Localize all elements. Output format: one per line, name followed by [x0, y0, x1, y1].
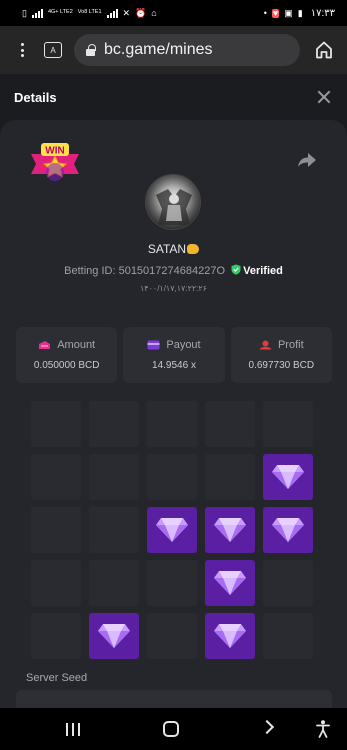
accessibility-icon[interactable]: [316, 720, 330, 738]
stat-profit-label: Profit: [277, 339, 304, 351]
avatar: [145, 174, 201, 230]
mine-tile[interactable]: [31, 507, 81, 553]
username: SATAN: [0, 242, 347, 256]
mine-tile[interactable]: [147, 401, 197, 447]
stat-amount: Amount 0.050000 BCD: [16, 327, 118, 383]
status-bar: ▯ 4G+ LTE2 Vo8 LTE1 ✕ ⏰ ⌂ • ♥ ▣ ▮ ۱۷:۳۳: [0, 0, 347, 26]
heart-app-icon: ♥: [271, 7, 280, 18]
mine-tile[interactable]: [89, 401, 139, 447]
username-text: SATAN: [147, 242, 187, 256]
mine-tile-gem[interactable]: [263, 507, 313, 553]
verified-shield-icon: [231, 264, 241, 275]
stat-payout-value: 14.9546 x: [152, 360, 196, 371]
status-right: • ♥ ▣ ▮ ۱۷:۳۳: [264, 8, 335, 19]
mine-tile-gem[interactable]: [205, 613, 255, 659]
url-text[interactable]: bc.game/mines: [104, 41, 213, 59]
mine-tile-gem[interactable]: [205, 507, 255, 553]
mines-grid: [31, 401, 314, 659]
mine-tile[interactable]: [263, 401, 313, 447]
gem-icon: [98, 624, 130, 648]
bet-timestamp: ۱۴۰۰/۱/۱۷,۱۷:۲۲:۲۶: [140, 284, 207, 293]
amount-icon: [39, 341, 51, 349]
betting-id-value[interactable]: 5015017274684227O: [119, 265, 225, 277]
alarm-icon: ⏰: [135, 7, 147, 18]
mine-tile[interactable]: [89, 454, 139, 500]
recent-apps-icon[interactable]: [66, 723, 80, 736]
stat-amount-label: Amount: [57, 339, 96, 351]
mine-tile[interactable]: [147, 560, 197, 606]
profit-icon: [259, 340, 272, 350]
betting-id-row: Betting ID: 5015017274684227O Verified: [0, 264, 347, 277]
stat-payout: Payout 14.9546 x: [123, 327, 225, 383]
dot-icon: •: [263, 7, 267, 18]
gem-icon: [214, 624, 246, 648]
mine-tile[interactable]: [31, 454, 81, 500]
mine-tile[interactable]: [263, 613, 313, 659]
server-seed-label: Server Seed: [26, 672, 88, 684]
emoji-icon: [187, 244, 200, 254]
mine-tile[interactable]: [147, 454, 197, 500]
mine-tile-gem[interactable]: [205, 560, 255, 606]
close-icon[interactable]: [317, 90, 331, 104]
mute-icon: ✕: [122, 7, 131, 18]
tabs-button[interactable]: A: [44, 42, 62, 58]
stats-row: Amount 0.050000 BCD Payout 14.9546 x Pro…: [16, 327, 332, 383]
mine-tile[interactable]: [31, 560, 81, 606]
gem-icon: [214, 518, 246, 542]
details-header: Details: [0, 74, 347, 120]
bet-card: WIN SATAN Betting ID: 5015017274684227O …: [0, 120, 347, 708]
mine-tile-gem[interactable]: [89, 613, 139, 659]
stat-amount-value: 0.050000 BCD: [33, 360, 100, 371]
mine-tile[interactable]: [31, 401, 81, 447]
home-nav-icon[interactable]: [163, 721, 179, 737]
mine-tile[interactable]: [205, 454, 255, 500]
home-icon[interactable]: [314, 40, 334, 60]
bet-details-page: Details WIN SATAN Betting ID: 5015017274: [0, 74, 347, 708]
signal-icon-2: [106, 8, 118, 18]
stat-profit: Profit 0.697730 BCD: [230, 327, 332, 383]
betting-id-label: Betting ID:: [64, 265, 116, 277]
signal-icon: [31, 8, 43, 18]
gem-icon: [156, 518, 188, 542]
mine-tile-gem[interactable]: [263, 454, 313, 500]
verified-label: Verified: [243, 265, 283, 277]
mine-tile[interactable]: [205, 401, 255, 447]
details-title: Details: [14, 89, 57, 105]
win-badge-icon: WIN: [31, 143, 79, 181]
network-tag-1: 4G+ LTE2: [47, 9, 73, 16]
battery-icon: ▮: [297, 7, 303, 18]
share-icon[interactable]: [297, 152, 317, 168]
lock-notification-icon: ⌂: [151, 7, 157, 18]
mine-tile[interactable]: [89, 560, 139, 606]
status-left: ▯ 4G+ LTE2 Vo8 LTE1 ✕ ⏰ ⌂: [22, 7, 157, 18]
system-nav-bar: [0, 708, 347, 750]
mine-tile[interactable]: [147, 613, 197, 659]
stat-profit-value: 0.697730 BCD: [248, 360, 315, 371]
win-badge-text: WIN: [45, 146, 64, 157]
lock-icon[interactable]: [86, 44, 96, 56]
avatar-figure-icon: [156, 189, 192, 225]
battery-saver-icon: ▯: [22, 7, 27, 18]
stat-payout-label: Payout: [166, 339, 201, 351]
payout-icon: [147, 340, 160, 350]
back-icon[interactable]: [259, 719, 275, 735]
browser-toolbar: A bc.game/mines: [0, 26, 347, 74]
server-seed-field[interactable]: [16, 690, 332, 708]
mine-tile-gem[interactable]: [147, 507, 197, 553]
gem-icon: [272, 518, 304, 542]
mine-tile[interactable]: [263, 560, 313, 606]
gem-icon: [214, 571, 246, 595]
gallery-icon: ▣: [284, 7, 293, 18]
url-bar[interactable]: bc.game/mines: [74, 34, 300, 66]
network-tag-2: Vo8 LTE1: [77, 9, 102, 16]
mine-tile[interactable]: [31, 613, 81, 659]
browser-menu-icon[interactable]: [14, 43, 30, 57]
clock-time: ۱۷:۳۳: [310, 7, 335, 19]
gem-icon: [272, 465, 304, 489]
mine-tile[interactable]: [89, 507, 139, 553]
